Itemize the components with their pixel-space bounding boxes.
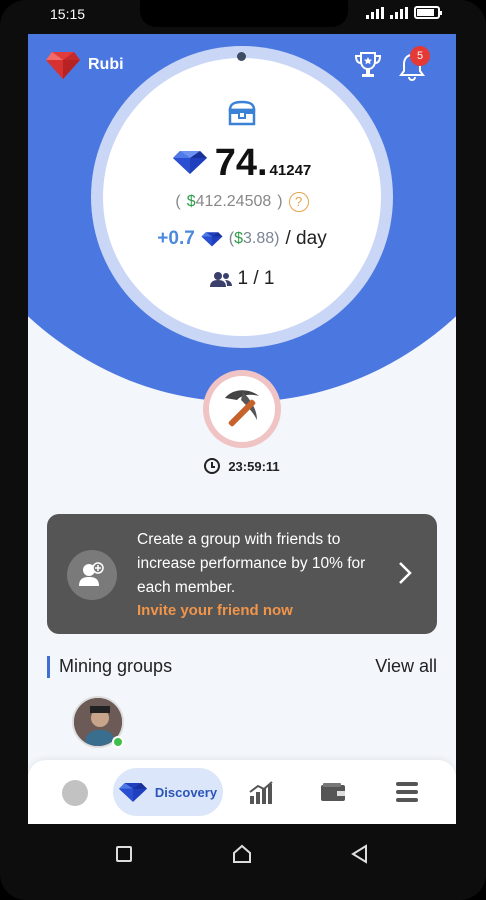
camera-notch [140,0,348,27]
help-icon[interactable]: ? [288,192,309,212]
usd-value-group: $412.24508 [187,193,272,211]
wallet-icon[interactable] [320,782,346,802]
tab-discovery[interactable]: Discovery [113,768,223,816]
timer-value: 23:59:11 [228,458,280,474]
invite-card[interactable]: Create a group with friends to increase … [47,514,437,634]
ruby-logo-icon [46,52,80,79]
brand[interactable]: Rubi [46,50,124,80]
signal-icon [366,6,384,19]
chart-icon[interactable] [248,780,274,804]
recent-apps-button[interactable] [116,846,132,862]
profile-icon[interactable] [62,780,88,806]
chest-icon[interactable] [228,100,256,126]
members-value: 1 / 1 [237,268,275,289]
mining-groups-title: Mining groups [59,656,173,676]
usd-close-paren: ) [277,193,283,210]
balance-decimal: 41247 [269,162,312,179]
mining-timer: 23:59:11 [28,458,456,474]
pickaxe-icon [225,390,259,427]
notification-badge: 5 [410,46,430,66]
gem-icon [118,782,147,802]
people-icon [209,272,232,287]
rate-amount: +0.7 [157,228,195,249]
battery-icon [414,6,442,19]
balance-integer: 74. [214,142,268,184]
tab-discovery-label: Discovery [154,784,218,800]
app-name: Rubi [88,56,124,73]
chevron-right-icon[interactable] [397,560,413,586]
battery-level [417,9,434,16]
online-status-dot [112,736,124,748]
invite-description: Create a group with friends to increase … [137,531,366,596]
view-all-link[interactable]: View all [375,656,437,677]
status-icons [366,6,442,19]
mine-button[interactable] [209,376,275,442]
mining-groups-header: Mining groups View all [47,654,437,678]
rate-usd: ($3.88) [228,230,280,247]
home-button[interactable] [232,844,252,864]
gem-icon [172,151,207,174]
app-screen: Rubi 5 74. 41247 ($412.24508) ? +0.7 (… [28,34,456,824]
add-user-icon [67,550,117,600]
gem-icon [201,232,223,247]
ring-indicator [237,52,246,61]
back-button[interactable] [350,844,370,864]
signal-icon-2 [390,6,408,19]
mining-rate: +0.7 ($3.88) / day [28,228,456,250]
balance-amount: 74. 41247 [28,142,456,185]
usd-value: 412.24508 [195,193,272,210]
system-nav-bar [0,824,486,884]
clock-icon [204,458,221,474]
status-time: 15:15 [50,6,86,22]
members-count: 1 / 1 [28,268,456,290]
menu-icon[interactable] [396,782,418,802]
trophy-icon[interactable] [354,50,382,80]
usd-open-paren: ( [175,193,181,210]
usd-symbol: $ [186,193,196,210]
rate-period: / day [285,228,327,249]
invite-link[interactable]: Invite your friend now [137,602,293,619]
section-accent-bar [47,656,50,678]
status-bar: 15:15 [0,0,486,30]
balance-usd: ( $412.24508 ) ? [28,192,456,212]
bottom-nav: Discovery [28,760,456,824]
phone-frame: 15:15 Rubi 5 74. 41247 ($412.24508) ? … [0,0,486,900]
